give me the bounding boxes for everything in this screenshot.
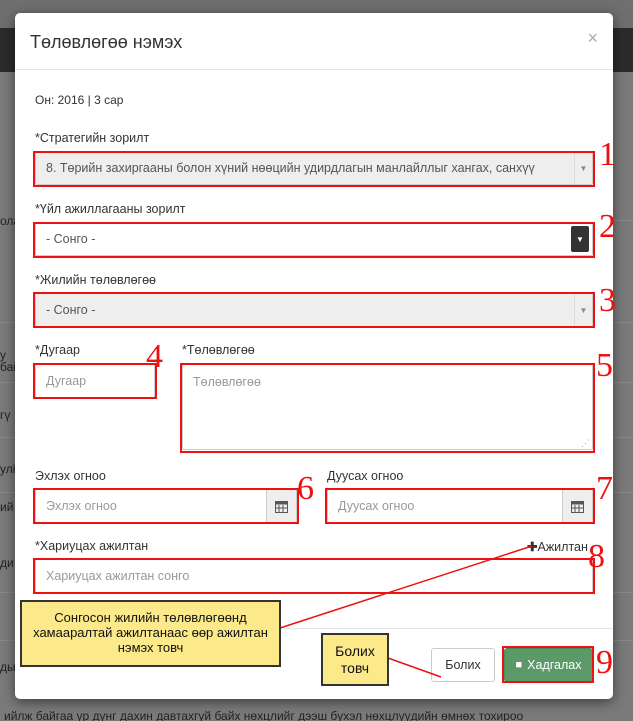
annotation-number-9: 9 (596, 644, 613, 681)
strategy-label: *Стратегийн зорилт (35, 131, 150, 145)
annual-plan-value: - Сонго - (46, 303, 96, 317)
end-date-label: Дуусах огноо (327, 469, 404, 483)
plan-placeholder: Төлөвлөгөө (193, 375, 261, 389)
save-button-label: Хадгалах (527, 658, 582, 672)
annotation-number-4: 4 (146, 338, 163, 375)
annual-plan-select[interactable]: - Сонго - ▼ (35, 293, 593, 327)
modal-header: Төлөвлөгөө нэмэх × (15, 13, 613, 70)
activity-label: *Үйл ажиллагааны зорилт (35, 202, 186, 216)
number-input[interactable]: Дугаар (35, 364, 155, 398)
responsible-select[interactable]: Хариуцах ажилтан сонго (35, 559, 593, 593)
annotation-number-5: 5 (596, 347, 613, 384)
start-date-label: Эхлэх огноо (35, 469, 106, 483)
background-text: бай (0, 360, 16, 374)
activity-value: - Сонго - (46, 232, 96, 246)
number-placeholder: Дугаар (46, 374, 87, 388)
background-text: улі (0, 462, 16, 476)
chevron-down-icon: ▼ (574, 294, 592, 326)
strategy-select[interactable]: 8. Төрийн захиргааны болон хүний нөөцийн… (35, 151, 593, 185)
annotation-number-1: 1 (599, 136, 616, 173)
floppy-disk-icon: ■ (515, 659, 523, 671)
calendar-icon[interactable] (266, 490, 296, 522)
chevron-down-icon: ▼ (574, 152, 592, 184)
number-label: *Дугаар (35, 343, 80, 357)
add-employee-link[interactable]: ✚Ажилтан (527, 539, 588, 554)
start-date-placeholder: Эхлэх огноо (46, 499, 117, 513)
responsible-label: *Хариуцах ажилтан (35, 539, 149, 553)
start-date-input[interactable]: Эхлэх огноо (35, 489, 297, 523)
annual-plan-label: *Жилийн төлөвлөгөө (35, 273, 157, 287)
background-text: гү (0, 408, 11, 422)
strategy-value: 8. Төрийн захиргааны болон хүний нөөцийн… (46, 161, 535, 175)
annotation-number-2: 2 (599, 208, 616, 245)
end-date-placeholder: Дуусах огноо (338, 499, 415, 513)
annotation-number-7: 7 (596, 470, 613, 507)
annotation-number-6: 6 (297, 470, 314, 507)
callout-cancel: Болих товч (321, 633, 389, 686)
background-text: ды (0, 660, 16, 674)
close-icon[interactable]: × (587, 28, 598, 49)
plan-label: *Төлөвлөгөө (182, 343, 255, 357)
background-text: ди (0, 556, 14, 570)
background-text: ола (0, 214, 16, 228)
background-bottom-text: ийлж байгаа үр дүнг дахин давтахгүй байх… (4, 709, 524, 721)
save-button[interactable]: ■ Хадгалах (504, 648, 593, 682)
end-date-input[interactable]: Дуусах огноо (327, 489, 593, 523)
chevron-down-icon: ▼ (571, 226, 589, 252)
plan-textarea[interactable]: Төлөвлөгөө ⋰ (182, 364, 593, 450)
annotation-number-8: 8 (588, 538, 605, 575)
callout-add-employee: Сонгосон жилийн төлөвлөгөөнд хамааралтай… (20, 600, 281, 667)
activity-select[interactable]: - Сонго - ▼ (35, 222, 593, 256)
background-text: ий (0, 500, 14, 514)
annotation-number-3: 3 (599, 282, 616, 319)
calendar-icon[interactable] (562, 490, 592, 522)
period-info: Он: 2016 | 3 сар (35, 93, 124, 107)
resize-handle-icon[interactable]: ⋰ (581, 438, 590, 449)
modal-title: Төлөвлөгөө нэмэх (30, 32, 183, 52)
cancel-button[interactable]: Болих (431, 648, 495, 682)
add-employee-label: Ажилтан (537, 540, 588, 554)
responsible-placeholder: Хариуцах ажилтан сонго (46, 569, 190, 583)
plus-icon: ✚ (527, 540, 538, 554)
add-plan-modal: Төлөвлөгөө нэмэх × Он: 2016 | 3 сар *Стр… (15, 13, 613, 699)
